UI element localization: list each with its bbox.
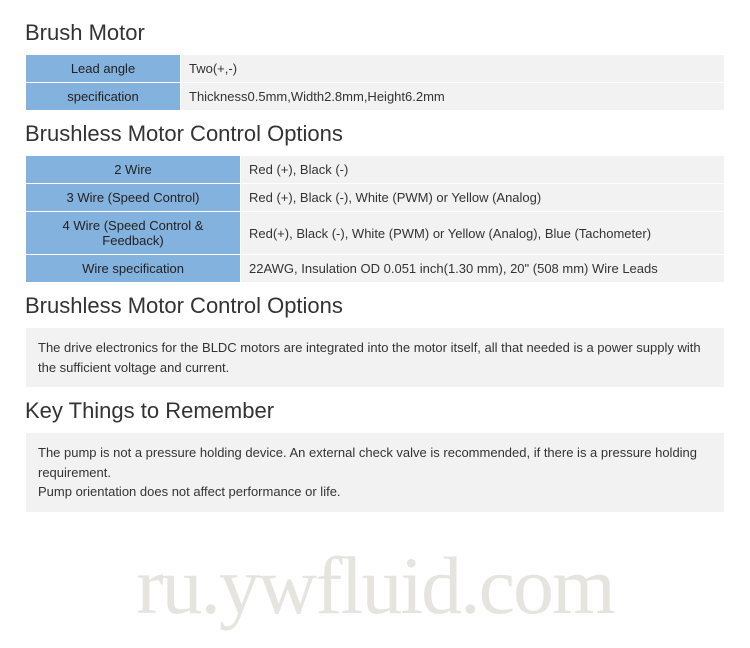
value-cell: Red(+), Black (-), White (PWM) or Yellow… xyxy=(241,212,725,255)
value-cell: Two(+,-) xyxy=(181,55,725,83)
label-cell: 2 Wire xyxy=(26,156,241,184)
note-text: The drive electronics for the BLDC motor… xyxy=(38,340,701,375)
table-row: Lead angle Two(+,-) xyxy=(26,55,725,83)
brushless-options-table-title: Brushless Motor Control Options xyxy=(25,121,725,147)
table-row: 4 Wire (Speed Control & Feedback) Red(+)… xyxy=(26,212,725,255)
table-row: 2 Wire Red (+), Black (-) xyxy=(26,156,725,184)
key-things-line2: Pump orientation does not affect perform… xyxy=(38,482,712,502)
brush-motor-table: Lead angle Two(+,-) specification Thickn… xyxy=(25,54,725,111)
key-things-title: Key Things to Remember xyxy=(25,398,725,424)
value-cell: 22AWG, Insulation OD 0.051 inch(1.30 mm)… xyxy=(241,255,725,283)
label-cell: Wire specification xyxy=(26,255,241,283)
label-cell: Lead angle xyxy=(26,55,181,83)
value-cell: Red (+), Black (-) xyxy=(241,156,725,184)
page-content: Brush Motor Lead angle Two(+,-) specific… xyxy=(0,0,750,513)
value-cell: Red (+), Black (-), White (PWM) or Yello… xyxy=(241,184,725,212)
brushless-options-table: 2 Wire Red (+), Black (-) 3 Wire (Speed … xyxy=(25,155,725,283)
table-row: Wire specification 22AWG, Insulation OD … xyxy=(26,255,725,283)
label-cell: 4 Wire (Speed Control & Feedback) xyxy=(26,212,241,255)
value-cell: Thickness0.5mm,Width2.8mm,Height6.2mm xyxy=(181,83,725,111)
watermark-text: ru.ywfluid.com xyxy=(136,539,614,633)
brushless-note-box: The drive electronics for the BLDC motor… xyxy=(25,327,725,388)
table-row: specification Thickness0.5mm,Width2.8mm,… xyxy=(26,83,725,111)
table-row: 3 Wire (Speed Control) Red (+), Black (-… xyxy=(26,184,725,212)
brush-motor-title: Brush Motor xyxy=(25,20,725,46)
label-cell: specification xyxy=(26,83,181,111)
key-things-line1: The pump is not a pressure holding devic… xyxy=(38,443,712,482)
label-cell: 3 Wire (Speed Control) xyxy=(26,184,241,212)
key-things-box: The pump is not a pressure holding devic… xyxy=(25,432,725,513)
brushless-options-note-title: Brushless Motor Control Options xyxy=(25,293,725,319)
